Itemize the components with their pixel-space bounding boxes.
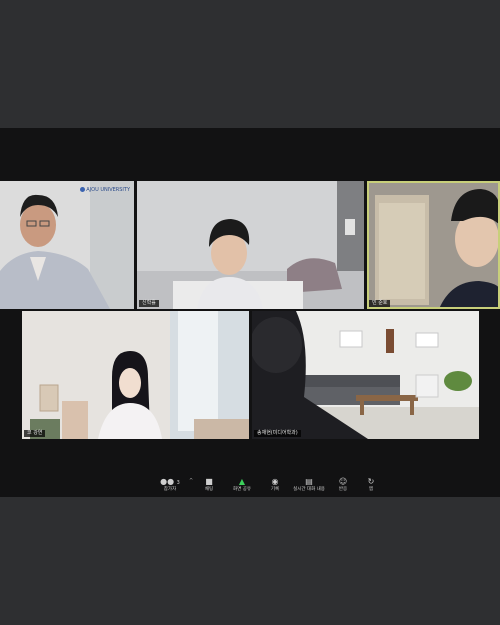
participant-name: 송재현(미디어학과)	[254, 430, 301, 437]
participant-video	[22, 311, 249, 439]
participant-video	[252, 311, 479, 439]
apps-button[interactable]: ↻ 앱	[354, 477, 388, 493]
video-tile-1[interactable]: AJOU UNIVERSITY	[0, 181, 134, 309]
university-logo: AJOU UNIVERSITY	[79, 187, 130, 193]
video-tile-3[interactable]: 민 준호	[367, 181, 500, 309]
participants-icon: ●● 3	[160, 477, 180, 486]
participant-video	[0, 181, 134, 309]
chat-button[interactable]: ■ 채팅	[192, 477, 226, 493]
participant-name: 코 강연	[24, 430, 46, 437]
video-tile-5[interactable]: 송재현(미디어학과)	[252, 311, 479, 439]
participant-video	[367, 181, 500, 309]
share-screen-button[interactable]: ▲ 화면 공유	[225, 477, 259, 493]
video-tile-4[interactable]: 코 강연	[22, 311, 249, 439]
chat-icon: ■	[205, 477, 213, 486]
participants-button[interactable]: ●● 3 참가자	[153, 477, 187, 493]
captions-button[interactable]: ▤ 실시간 대화 내용	[288, 477, 330, 493]
record-icon: ◉	[271, 477, 279, 486]
participant-name: 신학휼	[139, 300, 159, 307]
participant-name: 민 준호	[369, 300, 391, 307]
share-screen-icon: ▲	[238, 477, 246, 486]
apps-icon: ↻	[367, 477, 375, 486]
logo-icon	[79, 187, 85, 192]
record-button[interactable]: ◉ 기록	[258, 477, 292, 493]
participant-video	[137, 181, 364, 309]
bottom-frame	[0, 497, 500, 625]
captions-icon: ▤	[305, 477, 313, 486]
top-frame	[0, 0, 500, 128]
video-tile-2[interactable]: 신학휼	[137, 181, 364, 309]
meeting-toolbar: ●● 3 참가자 ^ ■ 채팅 ▲ 화면 공유 ◉ 기록 ▤ 실시간 대화 내용…	[0, 473, 500, 497]
meeting-window: AJOU UNIVERSITY 신학휼 민 준호 코 강연 송재현(미디어학과)…	[0, 128, 500, 497]
participants-count: 3	[176, 480, 180, 486]
